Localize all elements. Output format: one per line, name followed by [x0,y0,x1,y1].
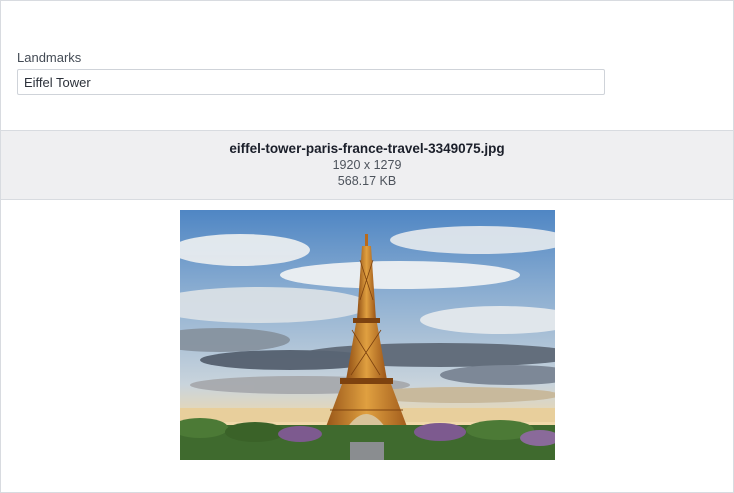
image-field-panel: Landmarks eiffel-tower-paris-france-trav… [0,0,734,493]
file-name: eiffel-tower-paris-france-travel-3349075… [229,141,505,156]
landmarks-input[interactable] [17,69,605,95]
eiffel-tower-photo [180,210,555,460]
file-size: 568.17 KB [337,174,397,188]
image-preview[interactable] [180,210,555,460]
file-dimensions: 1920 x 1279 [332,158,402,172]
file-info-bar: eiffel-tower-paris-france-travel-3349075… [1,131,733,200]
landmarks-field-section: Landmarks [1,1,733,131]
landmarks-label: Landmarks [17,50,82,65]
